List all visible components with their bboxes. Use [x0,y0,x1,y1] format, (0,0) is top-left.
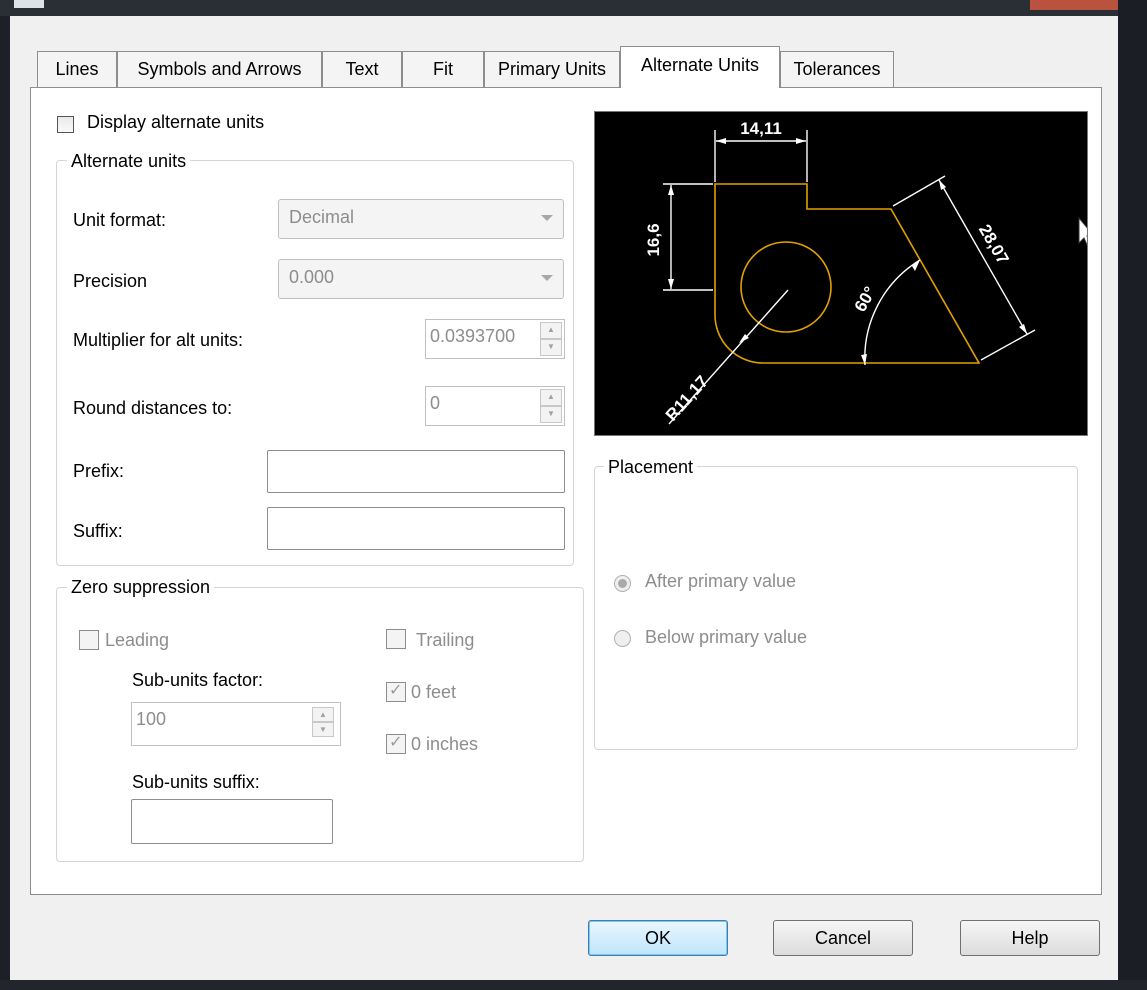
window-frame-right [1118,0,1147,990]
checkmark-icon: ✓ [389,682,403,699]
leading-checkbox[interactable] [79,630,99,650]
spin-down-icon[interactable]: ▼ [540,406,562,423]
spin-down-icon[interactable]: ▼ [540,339,562,356]
subunits-factor-stepper[interactable]: 100 ▲ ▼ [131,702,341,746]
round-distances-value: 0 [430,393,441,413]
tab-text[interactable]: Text [322,51,402,87]
ok-button[interactable]: OK [588,920,728,956]
tab-label: Primary Units [497,59,606,79]
subunits-suffix-input[interactable] [131,799,333,844]
below-primary-value-radio[interactable] [614,630,631,647]
multiplier-value: 0.0393700 [430,326,516,346]
multiplier-stepper[interactable]: 0.0393700 ▲ ▼ [425,319,565,359]
tab-label: Tolerances [793,59,881,79]
help-button[interactable]: Help [960,920,1100,956]
trailing-checkbox[interactable] [386,629,406,649]
round-distances-stepper[interactable]: 0 ▲ ▼ [425,386,565,426]
checkmark-icon: ✓ [389,734,403,751]
tab-label: Text [345,59,379,79]
spin-up-icon[interactable]: ▲ [312,707,334,722]
tab-label: Fit [433,59,453,79]
suffix-input[interactable] [267,507,565,550]
tab-label: Symbols and Arrows [137,59,302,79]
precision-value: 0.000 [289,267,335,287]
unit-format-select[interactable]: Decimal [278,199,564,239]
chevron-down-icon [541,275,553,281]
spin-down-icon[interactable]: ▼ [312,722,334,737]
unit-format-value: Decimal [289,207,355,227]
spin-up-icon[interactable]: ▲ [540,389,562,406]
tab-panel [30,87,1102,895]
chevron-down-icon [541,215,553,221]
tab-lines[interactable]: Lines [37,51,117,87]
precision-select[interactable]: 0.000 [278,259,564,299]
prefix-input[interactable] [267,450,565,493]
display-alternate-units-checkbox[interactable] [57,116,74,133]
tab-alternate-units[interactable]: Alternate Units [620,46,780,88]
window-icon [14,0,44,8]
tab-tolerances[interactable]: Tolerances [780,51,894,87]
tab-label: Alternate Units [640,55,760,75]
zero-inches-checkbox[interactable]: ✓ [386,734,406,754]
ok-button-label: OK [644,928,671,948]
after-primary-value-radio[interactable] [614,575,631,592]
cancel-button-label: Cancel [814,928,872,948]
help-button-label: Help [1011,928,1049,948]
tab-label: Lines [55,59,99,79]
tab-primary-units[interactable]: Primary Units [484,51,620,87]
window-frame-left [0,16,10,990]
spin-up-icon[interactable]: ▲ [540,322,562,339]
subunits-factor-value: 100 [136,709,167,729]
tab-fit[interactable]: Fit [402,51,484,87]
tab-symbols-and-arrows[interactable]: Symbols and Arrows [117,51,322,87]
cancel-button[interactable]: Cancel [773,920,913,956]
window-frame-bottom [0,980,1147,990]
title-bar [0,0,1147,16]
zero-feet-checkbox[interactable]: ✓ [386,682,406,702]
close-window-button[interactable] [1030,0,1118,10]
